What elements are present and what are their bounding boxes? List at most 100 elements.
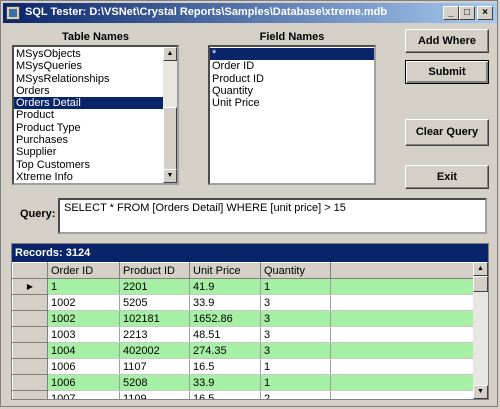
table-cell[interactable]: 1006 <box>47 358 120 375</box>
close-button[interactable]: × <box>477 6 493 20</box>
table-row[interactable]: 1002 102181 1652.86 3 <box>12 310 475 327</box>
column-header-filler <box>330 262 475 279</box>
table-row[interactable]: 1007 1109 16.5 2 <box>12 390 475 399</box>
table-cell[interactable]: 1004 <box>47 342 120 359</box>
table-cell[interactable]: 1006 <box>47 374 120 391</box>
table-cell[interactable]: 1002 <box>47 294 120 311</box>
table-cell[interactable]: 3 <box>260 310 331 327</box>
table-cell[interactable]: 33.9 <box>189 374 261 391</box>
table-row[interactable]: 1003 2213 48.51 3 <box>12 326 475 343</box>
maximize-icon: □ <box>463 7 471 18</box>
field-list-item[interactable]: Order ID <box>210 60 374 72</box>
table-cell-filler <box>330 342 475 359</box>
table-row[interactable]: 1006 1107 16.5 1 <box>12 358 475 375</box>
table-cell-filler <box>330 374 475 391</box>
exit-button[interactable]: Exit <box>405 165 489 189</box>
table-cell[interactable]: 16.5 <box>189 390 261 399</box>
row-selector[interactable] <box>12 310 48 327</box>
table-cell[interactable]: 1002 <box>47 310 120 327</box>
field-list-item[interactable]: * <box>210 48 374 61</box>
table-list-item[interactable]: Product <box>14 109 177 121</box>
current-row-icon: ▶ <box>26 282 34 291</box>
table-list-item[interactable]: Orders <box>14 85 177 97</box>
query-input[interactable]: SELECT * FROM [Orders Detail] WHERE [uni… <box>58 198 487 234</box>
table-cell[interactable]: 2 <box>260 390 331 399</box>
minimize-button[interactable]: _ <box>443 6 459 20</box>
table-row[interactable]: ▶ 1 2201 41.9 1 <box>12 278 475 295</box>
table-row[interactable]: 1004 402002 274.35 3 <box>12 342 475 359</box>
table-cell-filler <box>330 326 475 343</box>
records-grid[interactable]: Records: 3124 Order ID Product ID Unit P… <box>11 243 489 400</box>
table-list-item[interactable]: Top Customers <box>14 159 177 171</box>
table-list-item[interactable]: MSysRelationships <box>14 73 177 85</box>
table-list-item[interactable]: Supplier <box>14 146 177 158</box>
table-cell[interactable]: 16.5 <box>189 358 261 375</box>
table-cell[interactable]: 1652.86 <box>189 310 261 327</box>
row-selector[interactable] <box>12 326 48 343</box>
field-names-listbox[interactable]: * Order ID Product ID Quantity Unit Price <box>208 45 376 185</box>
table-cell-filler <box>330 278 475 295</box>
row-selector[interactable]: ▶ <box>12 278 48 295</box>
scroll-down-icon[interactable]: ▼ <box>163 169 177 183</box>
row-selector[interactable] <box>12 342 48 359</box>
field-list-item[interactable]: Unit Price <box>210 97 374 109</box>
submit-button[interactable]: Submit <box>405 60 489 84</box>
column-header-unit-price[interactable]: Unit Price <box>189 262 261 279</box>
field-list-item[interactable]: Quantity <box>210 85 374 97</box>
table-list-item[interactable]: Xtreme Info <box>14 171 177 183</box>
table-list-scrollbar[interactable]: ▲ ▼ <box>163 47 177 183</box>
table-names-listbox[interactable]: MSysObjects MSysQueries MSysRelationships O… <box>12 45 179 185</box>
row-selector[interactable] <box>12 294 48 311</box>
table-cell[interactable]: 5205 <box>119 294 190 311</box>
table-cell[interactable]: 3 <box>260 294 331 311</box>
table-cell[interactable]: 274.35 <box>189 342 261 359</box>
grid-scroll-thumb[interactable] <box>473 276 488 292</box>
table-cell[interactable]: 1 <box>47 278 120 295</box>
grid-scroll-up-icon[interactable]: ▲ <box>473 262 488 276</box>
row-selector[interactable] <box>12 358 48 375</box>
table-cell[interactable]: 3 <box>260 326 331 343</box>
table-list-item[interactable]: MSysObjects <box>14 48 177 60</box>
table-cell[interactable]: 1 <box>260 374 331 391</box>
scroll-up-icon[interactable]: ▲ <box>163 47 177 61</box>
table-cell[interactable]: 1003 <box>47 326 120 343</box>
table-cell[interactable]: 2213 <box>119 326 190 343</box>
field-list-item[interactable]: Product ID <box>210 73 374 85</box>
table-names-heading: Table Names <box>61 31 130 43</box>
add-where-button[interactable]: Add Where <box>405 29 489 53</box>
title-bar[interactable]: SQL Tester: D:\VSNet\Crystal Reports\Sam… <box>3 3 497 23</box>
table-cell[interactable]: 1 <box>260 358 331 375</box>
row-selector[interactable] <box>12 390 48 399</box>
window-title: SQL Tester: D:\VSNet\Crystal Reports\Sam… <box>25 6 388 18</box>
table-cell[interactable]: 3 <box>260 342 331 359</box>
clear-query-button[interactable]: Clear Query <box>405 119 489 146</box>
table-cell[interactable]: 1007 <box>47 390 120 399</box>
table-cell[interactable]: 41.9 <box>189 278 261 295</box>
table-list-item[interactable]: Purchases <box>14 134 177 146</box>
table-row[interactable]: 1006 5208 33.9 1 <box>12 374 475 391</box>
grid-scroll-down-icon[interactable]: ▼ <box>473 385 488 399</box>
table-cell[interactable]: 48.51 <box>189 326 261 343</box>
table-cell[interactable]: 1107 <box>119 358 190 375</box>
table-cell[interactable]: 102181 <box>119 310 190 327</box>
column-header-order-id[interactable]: Order ID <box>47 262 120 279</box>
row-header-corner <box>12 262 48 279</box>
maximize-button[interactable]: □ <box>459 6 475 20</box>
table-list-item[interactable]: Orders Detail <box>14 97 177 110</box>
column-header-product-id[interactable]: Product ID <box>119 262 190 279</box>
table-list-item[interactable]: Product Type <box>14 122 177 134</box>
table-list-item[interactable]: MSysQueries <box>14 60 177 72</box>
table-cell[interactable]: 402002 <box>119 342 190 359</box>
grid-scrollbar[interactable]: ▲ ▼ <box>473 262 488 399</box>
scroll-thumb[interactable] <box>163 107 177 171</box>
table-row[interactable]: 1002 5205 33.9 3 <box>12 294 475 311</box>
table-cell-filler <box>330 358 475 375</box>
table-cell[interactable]: 1109 <box>119 390 190 399</box>
table-cell[interactable]: 33.9 <box>189 294 261 311</box>
column-header-quantity[interactable]: Quantity <box>260 262 331 279</box>
records-table: Order ID Product ID Unit Price Quantity … <box>12 262 475 399</box>
table-cell[interactable]: 1 <box>260 278 331 295</box>
table-cell[interactable]: 2201 <box>119 278 190 295</box>
table-cell[interactable]: 5208 <box>119 374 190 391</box>
row-selector[interactable] <box>12 374 48 391</box>
